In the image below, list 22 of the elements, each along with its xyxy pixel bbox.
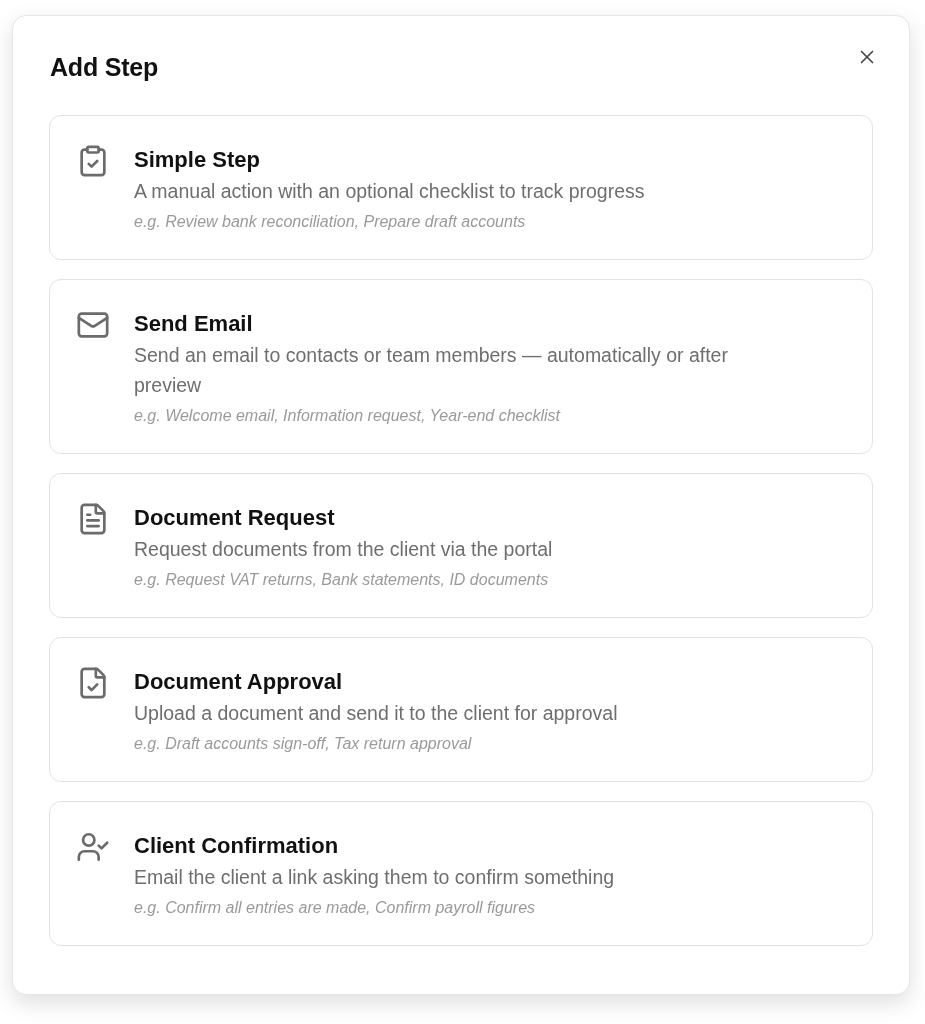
step-title: Document Request — [134, 504, 336, 532]
step-title: Simple Step — [134, 146, 261, 174]
step-example: e.g. Review bank reconciliation, Prepare draft accounts — [134, 212, 527, 232]
step-type-option[interactable]: Simple Step A manual action with an optional checklist to track progress e.g. Review bank reconciliation, Prepare draft accounts — [49, 115, 873, 260]
step-type-option[interactable]: Client Confirmation Email the client a link asking them to confirm something e.g. Confirm all entries are made, Confirm payroll figures — [49, 801, 873, 946]
step-example: e.g. Confirm all entries are made, Confirm payroll figures — [134, 898, 537, 918]
step-description: Send an email to contacts or team members — automatically or after preview — [134, 343, 729, 398]
step-description: Email the client a link asking them to confirm something — [134, 865, 615, 890]
step-title: Document Approval — [134, 668, 344, 696]
step-title: Client Confirmation — [134, 832, 340, 860]
step-description: Request documents from the client via the portal — [134, 537, 553, 562]
user-check-icon — [76, 830, 110, 864]
step-example: e.g. Draft accounts sign-off, Tax return approval — [134, 734, 473, 754]
step-type-option[interactable]: Document Request Request documents from the client via the portal e.g. Request VAT returns, Bank statements, ID documents — [49, 473, 873, 618]
dialog-title: Add Step — [50, 52, 159, 83]
step-example: e.g. Request VAT returns, Bank statements, ID documents — [134, 570, 550, 590]
step-example: e.g. Welcome email, Information request, Year-end checklist — [134, 406, 562, 426]
step-type-option[interactable]: Document Approval Upload a document and send it to the client for approval e.g. Draft accounts sign-off, Tax return approval — [49, 637, 873, 782]
step-description: Upload a document and send it to the client for approval — [134, 701, 618, 726]
step-description: A manual action with an optional checklist to track progress — [134, 179, 645, 204]
step-title: Send Email — [134, 310, 254, 338]
step-type-option[interactable]: Send Email Send an email to contacts or team members — automatically or after preview e.g. Welcome email, Information request, Year-end checklist — [49, 279, 873, 454]
